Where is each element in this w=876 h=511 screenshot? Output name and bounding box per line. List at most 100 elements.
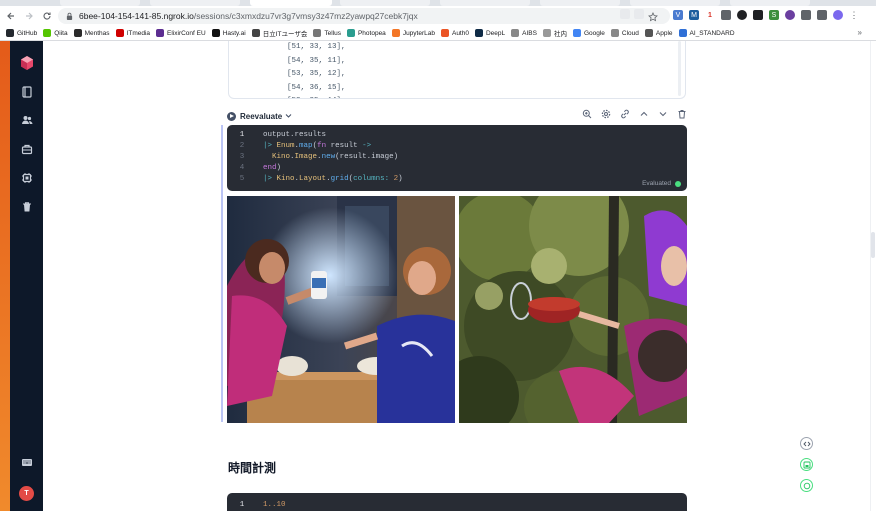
- keyboard-icon[interactable]: [21, 456, 33, 468]
- code-token: Layout: [299, 175, 327, 183]
- code-token: end: [263, 164, 277, 172]
- extensions-puzzle-icon[interactable]: [801, 10, 811, 20]
- delete-cell-icon[interactable]: [677, 109, 687, 119]
- move-up-icon[interactable]: [639, 109, 649, 119]
- line-number: 4: [239, 164, 245, 172]
- sidepanel-icon[interactable]: [817, 10, 827, 20]
- notebook-content: [51, 33, 13], [54, 35, 11], [53, 35, 12], […: [43, 41, 870, 511]
- briefcase-icon[interactable]: [21, 143, 33, 155]
- bookmark-item[interactable]: Hasty.ai: [211, 29, 246, 37]
- runtime-circle-icon: [803, 482, 810, 489]
- bookmark-item[interactable]: DeepL: [474, 29, 505, 37]
- reload-icon[interactable]: [40, 9, 54, 23]
- extension-badge[interactable]: 1: [705, 10, 715, 20]
- code-token: map: [299, 142, 313, 150]
- bookmark-favicon-icon: [440, 29, 449, 37]
- extension-m-icon[interactable]: M: [689, 10, 699, 20]
- runtime-status-button[interactable]: [800, 479, 813, 492]
- code-token: (result.image): [335, 153, 399, 161]
- code-zen-button[interactable]: [800, 437, 813, 450]
- bookmark-favicon-icon: [251, 29, 260, 37]
- page-scrollbar-thumb[interactable]: [871, 232, 875, 258]
- code-text: 1..10: [257, 500, 286, 511]
- bookmark-label: ITmedia: [126, 29, 151, 37]
- url-path: /sessions/c3xmxdzu7vr3g7vmsy3z47mz2yawpq…: [193, 11, 418, 21]
- screenshot-icon[interactable]: [721, 10, 731, 20]
- code-line: 1 output.results: [227, 130, 326, 141]
- bookmark-item[interactable]: AI_STANDARD: [678, 29, 735, 37]
- bookmark-favicon-icon: [678, 29, 687, 37]
- code-token: ->: [362, 142, 372, 150]
- bookmark-label: 社内: [553, 31, 567, 38]
- bookmark-item[interactable]: Photopea: [346, 29, 386, 37]
- more-menu-icon[interactable]: ⋮: [849, 10, 859, 20]
- extension-v-icon[interactable]: V: [673, 10, 683, 20]
- chevron-down-icon[interactable]: [285, 112, 292, 121]
- bookmark-item[interactable]: ITmedia: [115, 29, 151, 37]
- bookmark-star-icon[interactable]: [648, 9, 658, 22]
- cpu-icon[interactable]: [21, 172, 33, 184]
- bookmark-label: Qiita: [54, 29, 68, 37]
- move-down-icon[interactable]: [658, 109, 668, 119]
- bookmark-favicon-icon: [644, 29, 653, 37]
- output-scrollbar[interactable]: [678, 41, 681, 96]
- livebook-logo-icon[interactable]: [19, 55, 35, 71]
- bookmark-item[interactable]: GitHub: [6, 29, 37, 37]
- bookmark-item[interactable]: 社内: [542, 28, 567, 38]
- profile-avatar-icon[interactable]: [833, 10, 843, 20]
- generated-image-1: [227, 196, 455, 423]
- code-editor[interactable]: 1 output.results 2 |> Enum.map(fn result ->…: [227, 125, 687, 191]
- user-avatar[interactable]: T: [19, 486, 34, 501]
- image-forest-scene-icon: [459, 196, 687, 423]
- code-token: fn: [317, 142, 327, 150]
- address-bar[interactable]: 6bee-104-154-141-85.ngrok.io/sessions/c3…: [58, 8, 670, 24]
- code-token: new: [321, 153, 336, 161]
- bookmark-item[interactable]: JupyterLab: [391, 29, 435, 37]
- bookmark-item[interactable]: AIBS: [511, 29, 537, 37]
- forward-arrow-icon[interactable]: [22, 9, 36, 23]
- gear-icon[interactable]: [601, 109, 611, 119]
- cell-toolbar: Reevaluate: [227, 109, 687, 123]
- link-icon[interactable]: [620, 109, 630, 119]
- reevaluate-button[interactable]: Reevaluate: [227, 111, 292, 121]
- save-button[interactable]: [800, 458, 813, 471]
- bookmark-item[interactable]: Google: [572, 29, 605, 37]
- translate-icon[interactable]: [620, 9, 630, 19]
- bookmark-item[interactable]: Apple: [644, 29, 673, 37]
- back-arrow-icon[interactable]: [4, 9, 18, 23]
- bookmarks-overflow-button[interactable]: »: [858, 28, 862, 37]
- browser-toolbar: 6bee-104-154-141-85.ngrok.io/sessions/c3…: [0, 6, 876, 26]
- code-line: 5 |> Kino.Layout.grid(columns: 2): [227, 174, 403, 185]
- share-icon[interactable]: [634, 9, 644, 19]
- bookmark-item[interactable]: Tellus: [313, 29, 341, 37]
- reevaluate-label: Reevaluate: [240, 111, 283, 121]
- extension-circle-icon[interactable]: [737, 10, 747, 20]
- status-dot: [675, 180, 681, 187]
- bookmark-favicon-icon: [610, 29, 619, 37]
- extension-puzzle-purple-icon[interactable]: [785, 10, 795, 20]
- bookmark-item[interactable]: Qiita: [43, 29, 68, 37]
- bookmark-item[interactable]: ElixirConf EU: [156, 29, 206, 37]
- bookmark-item[interactable]: 日立ITユーザ会: [251, 28, 308, 38]
- code-text: end): [257, 163, 281, 174]
- notebook-icon[interactable]: [21, 86, 33, 98]
- bookmark-label: Apple: [655, 29, 673, 37]
- code-line: 2 |> Enum.map(fn result ->: [227, 141, 371, 152]
- code-text: output.results: [257, 130, 326, 141]
- generated-image-2: [459, 196, 687, 423]
- extension-sw-icon[interactable]: S: [769, 10, 779, 20]
- bookmark-item[interactable]: Auth0: [440, 29, 469, 37]
- output-line: [54, 35, 11],: [287, 56, 346, 65]
- app-sidebar: T: [10, 41, 43, 511]
- bookmark-label: JupyterLab: [402, 29, 435, 37]
- bookmark-label: 日立ITユーザ会: [262, 31, 308, 38]
- trash-icon[interactable]: [21, 201, 33, 213]
- next-code-editor[interactable]: 1 1..10: [227, 493, 687, 511]
- bookmark-item[interactable]: Menthas: [73, 29, 110, 37]
- bookmark-favicon-icon: [572, 29, 581, 37]
- extension-shield-icon[interactable]: [753, 10, 763, 20]
- users-icon[interactable]: [21, 114, 33, 126]
- output-text: [51, 33, 13], [54, 35, 11], [53, 35, 12], […: [287, 41, 346, 98]
- bookmark-item[interactable]: Cloud: [610, 29, 639, 37]
- zoom-icon[interactable]: [582, 109, 592, 119]
